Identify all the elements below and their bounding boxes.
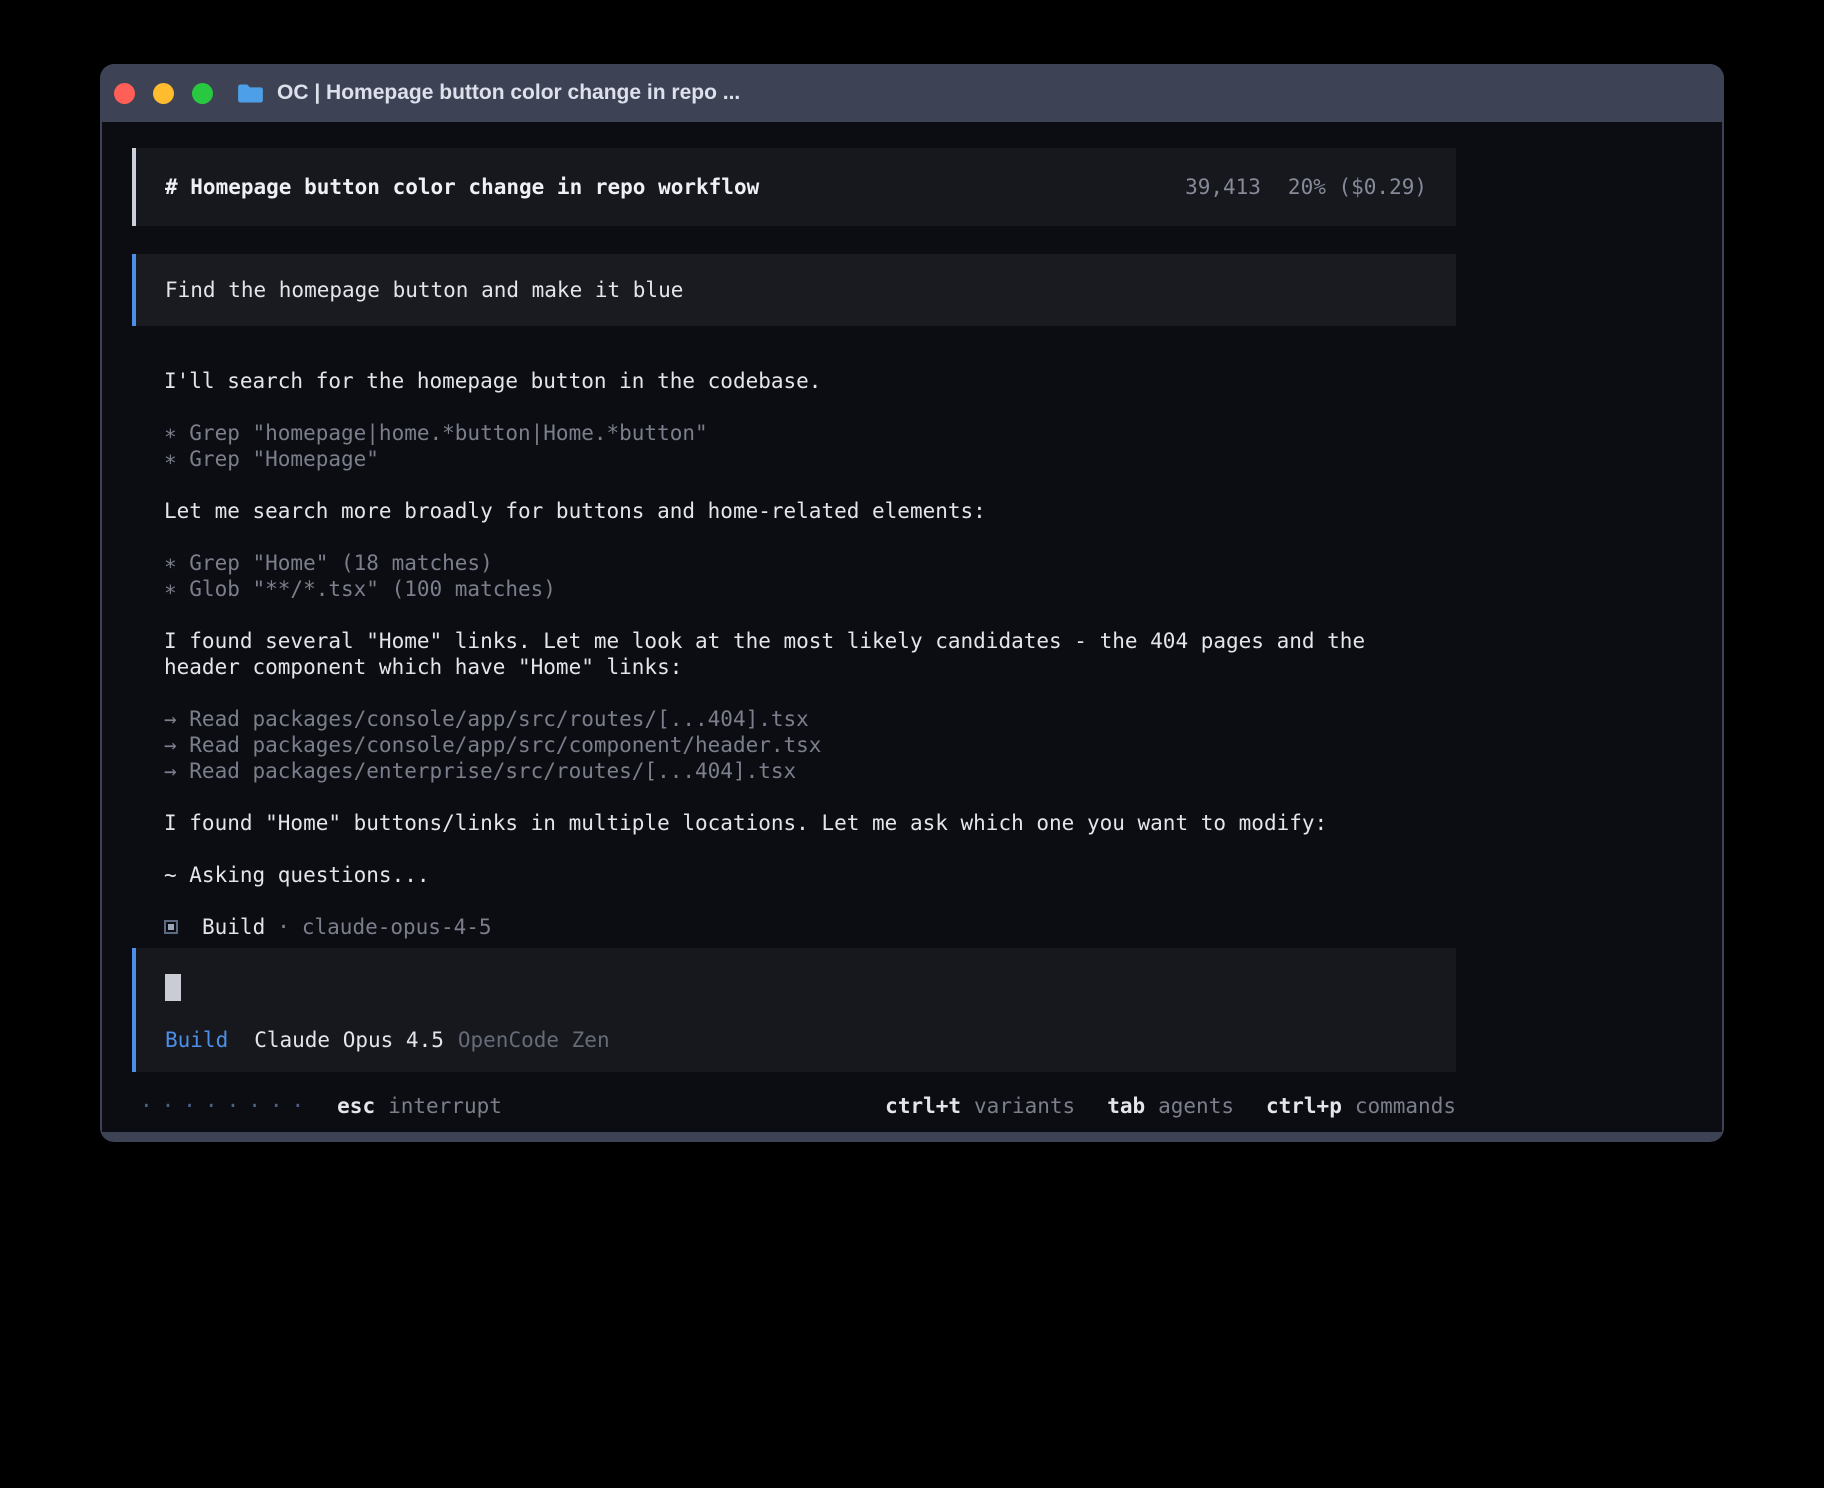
hint-commands-label: commands [1355,1093,1456,1119]
status-left: ········ esc interrupt [140,1093,502,1119]
tool-call-read: → Read packages/console/app/src/componen… [164,732,1456,758]
terminal-body: # Homepage button color change in repo w… [102,122,1722,1132]
session-title: # Homepage button color change in repo w… [165,174,759,200]
tool-call-group: ∗ Grep "homepage|home.*button|Home.*butt… [132,420,1456,472]
hint-agents: tab agents [1107,1093,1234,1119]
assistant-status: ~ Asking questions... [132,862,1456,888]
assistant-text: I found "Home" buttons/links in multiple… [164,810,1456,836]
asking-questions-status: ~ Asking questions... [164,862,1456,888]
agent-model: claude-opus-4-5 [302,914,492,940]
assistant-text: Let me search more broadly for buttons a… [164,498,1456,524]
agent-separator: · [277,914,290,940]
agent-name: Build [202,914,265,940]
interrupt-key: esc [337,1093,375,1119]
assistant-text: I'll search for the homepage button in t… [164,368,1456,394]
hint-agents-label: agents [1158,1093,1234,1119]
tool-call-grep: ∗ Grep "Home" (18 matches) [164,550,1456,576]
agent-square-icon [164,920,178,934]
token-count: 39,413 [1185,174,1261,200]
assistant-message: I found "Home" buttons/links in multiple… [132,810,1456,836]
hint-variants-label: variants [974,1093,1075,1119]
interrupt-label: interrupt [388,1093,502,1119]
keyboard-hints: ctrl+t variants tab agents ctrl+p comman… [885,1093,1456,1119]
session-content: # Homepage button color change in repo w… [132,148,1456,1120]
hint-variants: ctrl+t variants [885,1093,1075,1119]
user-message-text: Find the homepage button and make it blu… [165,277,683,303]
assistant-message: Let me search more broadly for buttons a… [132,498,1456,524]
window-title: OC | Homepage button color change in rep… [277,81,740,105]
assistant-message: I'll search for the homepage button in t… [132,368,1456,394]
folder-icon [237,82,264,105]
tool-call-group: → Read packages/console/app/src/routes/[… [132,706,1456,784]
zoom-button[interactable] [192,83,213,104]
hint-variants-key: ctrl+t [885,1093,961,1119]
tool-call-read: → Read packages/enterprise/src/routes/[.… [164,758,1456,784]
assistant-message: I found several "Home" links. Let me loo… [132,628,1372,680]
session-header: # Homepage button color change in repo w… [132,148,1456,226]
hint-commands: ctrl+p commands [1266,1093,1456,1119]
window-titlebar[interactable]: OC | Homepage button color change in rep… [102,64,1722,122]
provider-label: OpenCode Zen [458,1027,610,1053]
user-message: Find the homepage button and make it blu… [132,254,1456,326]
desktop-background: OC | Homepage button color change in rep… [0,0,1824,1488]
agent-status-row: Build · claude-opus-4-5 [132,914,1456,940]
input-mode-row: Build Claude Opus 4.5 OpenCode Zen [165,1027,1427,1053]
agent-mode-label[interactable]: Build [165,1027,228,1053]
text-cursor [165,974,181,1001]
model-label[interactable]: Claude Opus 4.5 [254,1027,444,1053]
spinner-dots-icon: ········ [140,1093,313,1119]
context-usage: 20% ($0.29) [1288,174,1427,200]
status-bar: ········ esc interrupt ctrl+t variants t… [132,1092,1456,1120]
hint-agents-key: tab [1107,1093,1145,1119]
minimize-button[interactable] [153,83,174,104]
session-stats: 39,413 20% ($0.29) [1185,174,1427,200]
close-button[interactable] [114,83,135,104]
tool-call-group: ∗ Grep "Home" (18 matches) ∗ Glob "**/*.… [132,550,1456,602]
assistant-text: I found several "Home" links. Let me loo… [164,628,1372,680]
tool-call-read: → Read packages/console/app/src/routes/[… [164,706,1456,732]
tool-call-grep: ∗ Grep "homepage|home.*button|Home.*butt… [164,420,1456,446]
traffic-lights [114,83,213,104]
prompt-input[interactable]: Build Claude Opus 4.5 OpenCode Zen [132,948,1456,1072]
tool-call-grep: ∗ Grep "Homepage" [164,446,1456,472]
terminal-window: OC | Homepage button color change in rep… [100,64,1724,1142]
tool-call-glob: ∗ Glob "**/*.tsx" (100 matches) [164,576,1456,602]
window-title-group: OC | Homepage button color change in rep… [237,81,740,105]
hint-commands-key: ctrl+p [1266,1093,1342,1119]
